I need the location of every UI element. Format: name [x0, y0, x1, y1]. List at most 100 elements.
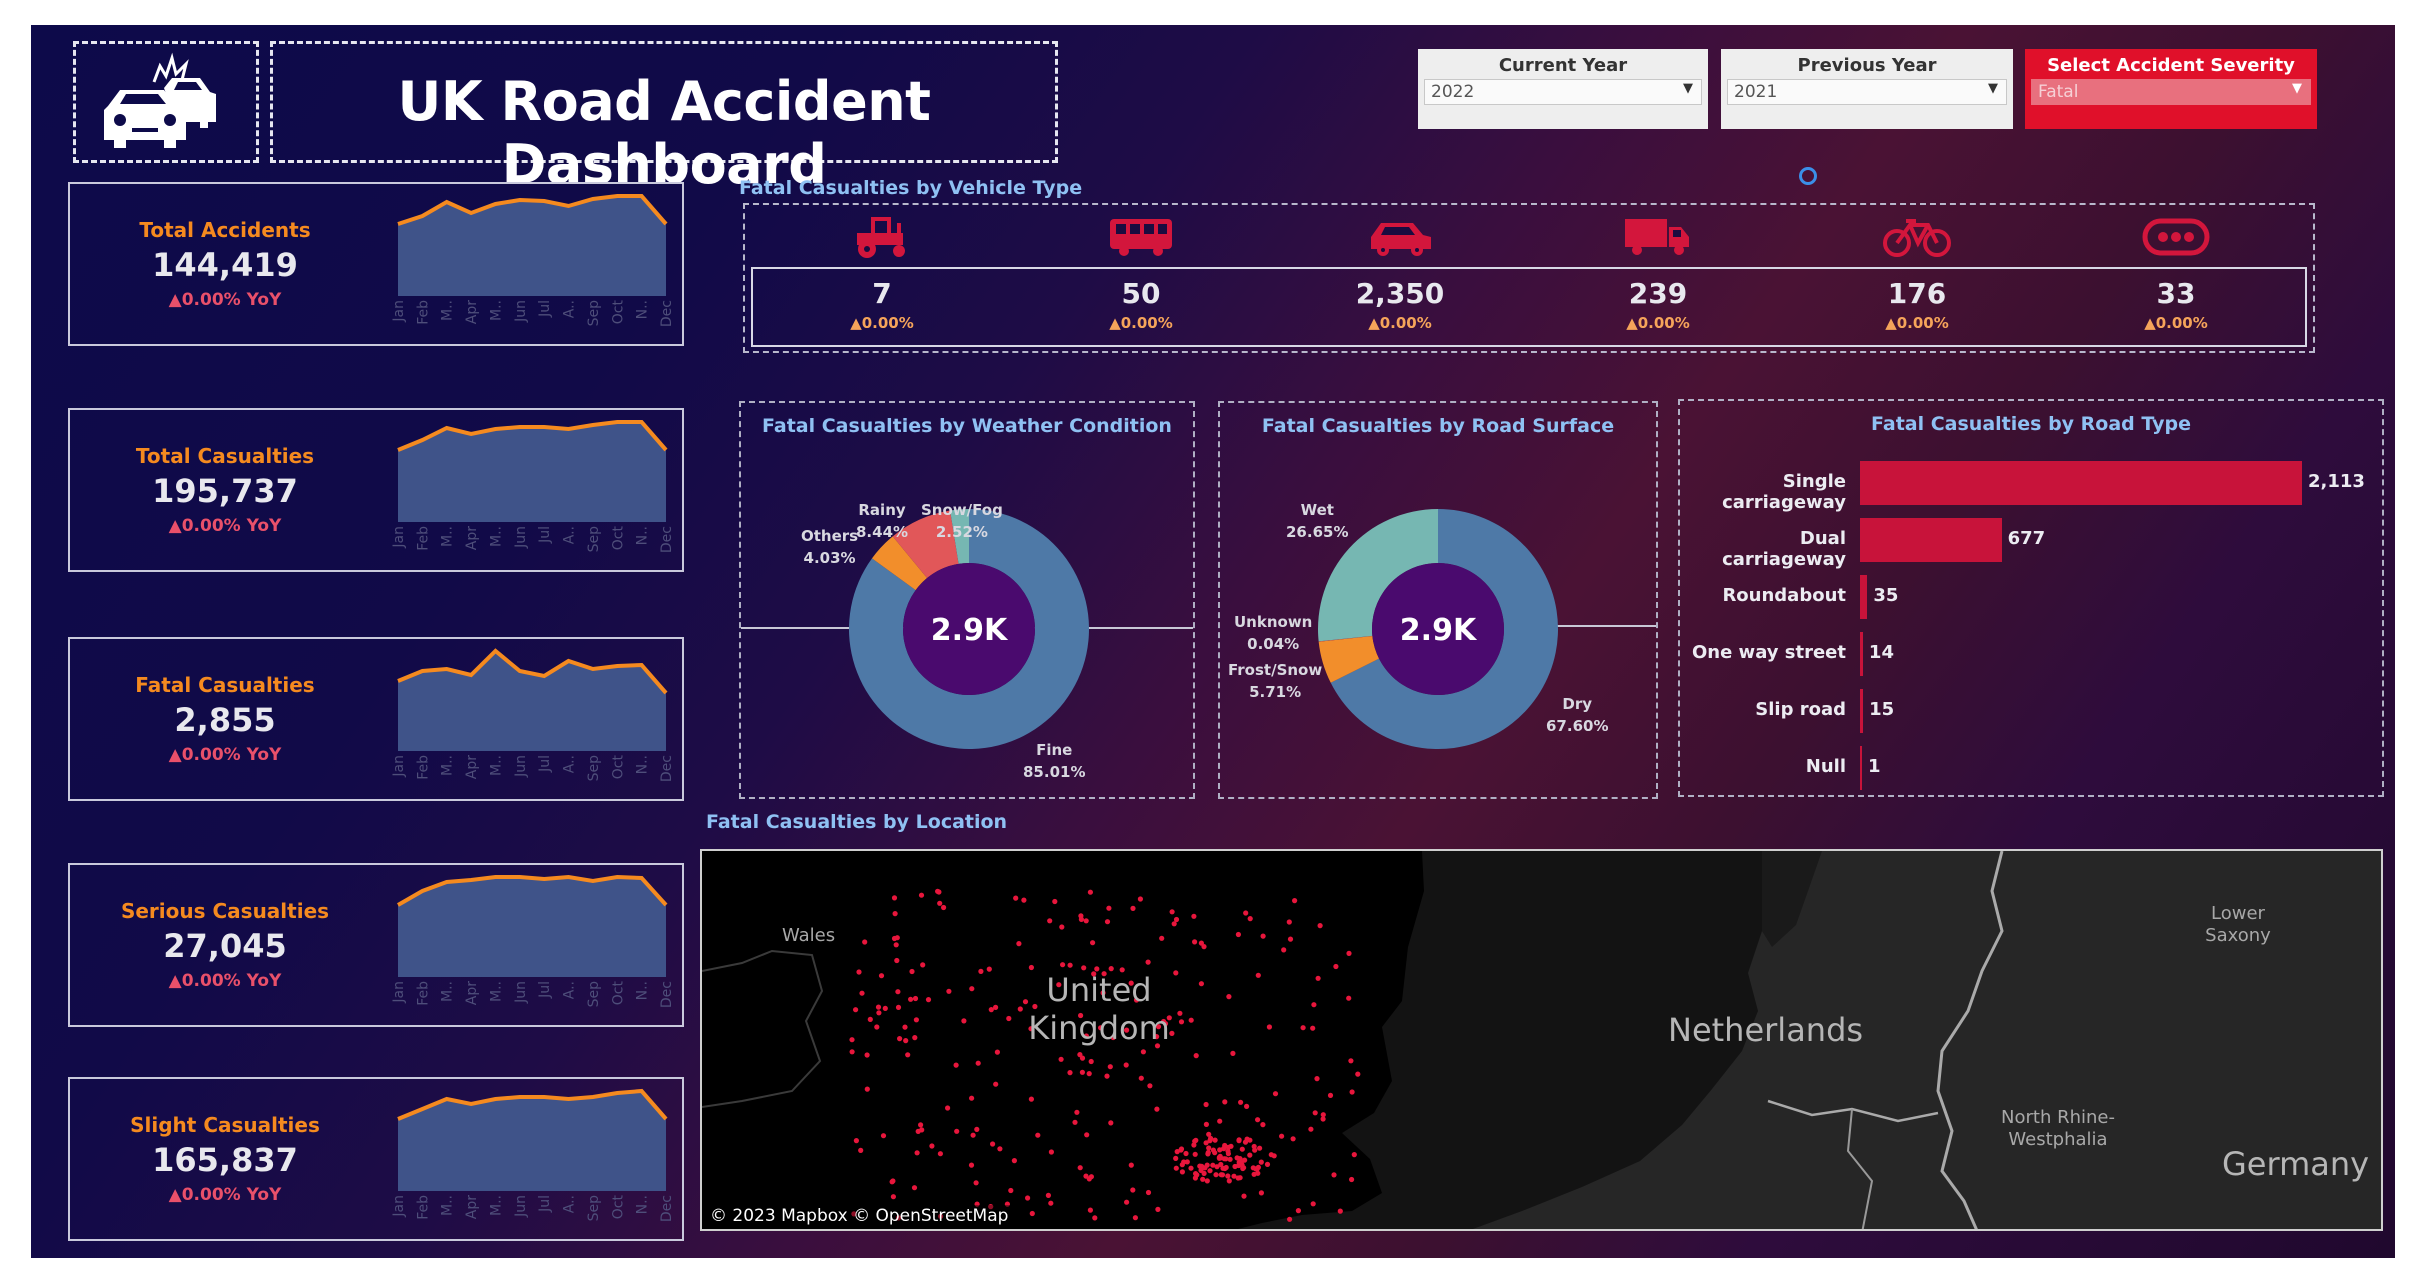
severity-label: Select Accident Severity	[2047, 55, 2295, 76]
severity-select[interactable]: Fatal ▼	[2031, 79, 2311, 105]
month-tick-label: Jan	[391, 755, 407, 778]
current-year-filter: Current Year 2022 ▼	[1418, 49, 1708, 129]
road-type-bar[interactable]	[1860, 461, 2302, 505]
accident-point	[1236, 1137, 1242, 1143]
road-type-bar[interactable]	[1860, 575, 1868, 619]
vehicle-yoy: ▲0.00%	[1109, 314, 1173, 332]
month-tick-label: Feb	[415, 1195, 431, 1220]
kpi-card: Total Casualties 195,737 ▲0.00% YoY Jan Feb M…	[68, 408, 684, 572]
accident-point	[1226, 1178, 1232, 1184]
accident-point	[1281, 947, 1287, 953]
accident-point	[1355, 1071, 1361, 1077]
previous-year-label: Previous Year	[1797, 55, 1937, 76]
road-type-bar[interactable]	[1860, 746, 1862, 790]
accident-point	[1147, 1083, 1153, 1089]
accident-point	[1213, 1172, 1219, 1178]
accident-point	[1021, 897, 1027, 903]
accident-point	[1290, 1136, 1296, 1142]
accident-point	[1312, 1110, 1318, 1116]
accident-point	[953, 1062, 959, 1068]
accident-point	[925, 997, 932, 1003]
month-tick-label: Apr	[464, 300, 480, 324]
accident-point	[1351, 1152, 1357, 1158]
map-label-uk: United Kingdom	[1024, 971, 1174, 1047]
road-type-label: Single carriageway	[1722, 471, 1846, 513]
accident-point	[1193, 1171, 1199, 1177]
accident-point	[1137, 896, 1143, 902]
kpi-sparkline: Jan Feb M.. Apr M.. Jun Jul A.. Sep Oct N.. Dec	[391, 648, 674, 782]
accident-point	[1130, 905, 1136, 911]
accident-point	[961, 1018, 967, 1024]
accident-point	[856, 969, 862, 975]
accident-point	[867, 1016, 873, 1022]
map-label-ls-2: Saxony	[2205, 925, 2271, 946]
road-type-bar[interactable]	[1860, 689, 1864, 733]
accident-point	[1214, 1164, 1220, 1170]
accident-point	[859, 990, 865, 996]
vehicle-stat: 176 ▲0.00%	[1817, 277, 2017, 332]
month-tick-label: Jul	[537, 300, 553, 318]
accident-point	[1106, 905, 1112, 911]
kpi-label: Serious Casualties	[120, 899, 330, 923]
road-type-value: 2,113	[2308, 471, 2365, 492]
month-tick-label: A..	[562, 1195, 578, 1213]
month-tick-label: Oct	[610, 300, 626, 325]
accident-point	[1193, 1053, 1199, 1059]
accident-point	[892, 911, 898, 917]
month-tick-label: A..	[562, 526, 578, 544]
month-tick-label: Jun	[513, 1195, 529, 1218]
road-type-bar[interactable]	[1860, 632, 1863, 676]
location-map[interactable]: Wales United Kingdom Netherlands Lower S…	[700, 849, 2383, 1231]
accident-point	[1320, 1116, 1326, 1122]
current-year-select[interactable]: 2022 ▼	[1424, 79, 1702, 105]
map-attribution[interactable]: © 2023 Mapbox © OpenStreetMap	[706, 1205, 1013, 1227]
accident-point	[1058, 1056, 1064, 1062]
bicycle-icon	[1882, 215, 1952, 263]
previous-year-value: 2021	[1734, 82, 1778, 102]
vehicle-value: 2,350	[1355, 277, 1445, 310]
accident-point	[1271, 1153, 1277, 1159]
accident-point	[909, 968, 915, 975]
accident-point	[1257, 1145, 1263, 1151]
accident-point	[1078, 916, 1084, 922]
accident-point	[902, 1024, 908, 1030]
vehicle-yoy: ▲0.00%	[2144, 314, 2208, 332]
month-tick-label: Jun	[513, 981, 529, 1004]
accident-point	[853, 1007, 859, 1013]
accident-point	[969, 986, 975, 992]
weather-label-rainy: Rainy 8.44%	[856, 499, 908, 543]
accident-point	[1315, 975, 1321, 981]
vehicle-stat: 2,350 ▲0.00%	[1300, 277, 1500, 332]
accident-point	[1238, 1099, 1244, 1105]
vehicle-yoy: ▲0.00%	[1885, 314, 1949, 332]
accident-point	[1223, 1156, 1229, 1162]
month-tick-label: M..	[488, 300, 504, 321]
month-tick-label: M..	[440, 981, 456, 1002]
previous-year-select[interactable]: 2021 ▼	[1727, 79, 2007, 105]
accident-point	[1124, 1199, 1130, 1205]
month-tick-label: M..	[440, 1195, 456, 1216]
weather-pct-others: 4.03%	[803, 549, 856, 567]
month-tick-label: Apr	[464, 981, 480, 1005]
accident-point	[880, 1133, 887, 1139]
month-tick-label: Dec	[659, 755, 674, 782]
weather-name-fine: Fine	[1036, 741, 1073, 759]
accident-point	[1178, 1019, 1185, 1025]
accident-point	[919, 1127, 925, 1133]
month-tick-label: Jan	[391, 300, 407, 323]
accident-point	[918, 892, 925, 898]
accident-point	[1235, 931, 1241, 938]
month-tick-label: Jul	[537, 526, 553, 544]
kpi-card: Fatal Casualties 2,855 ▲0.00% YoY Jan Feb M..…	[68, 637, 684, 801]
accident-point	[1292, 898, 1298, 904]
map-label-netherlands: Netherlands	[1668, 1011, 1864, 1049]
accident-point	[895, 989, 901, 995]
tractor-icon	[847, 215, 917, 263]
accident-point	[1266, 1024, 1272, 1030]
road-type-bar[interactable]	[1860, 518, 2002, 562]
accident-point	[876, 1010, 882, 1016]
accident-point	[1198, 981, 1204, 987]
accident-point	[1088, 1174, 1094, 1180]
road-type-value: 14	[1868, 642, 1894, 663]
accident-point	[1067, 1070, 1073, 1076]
